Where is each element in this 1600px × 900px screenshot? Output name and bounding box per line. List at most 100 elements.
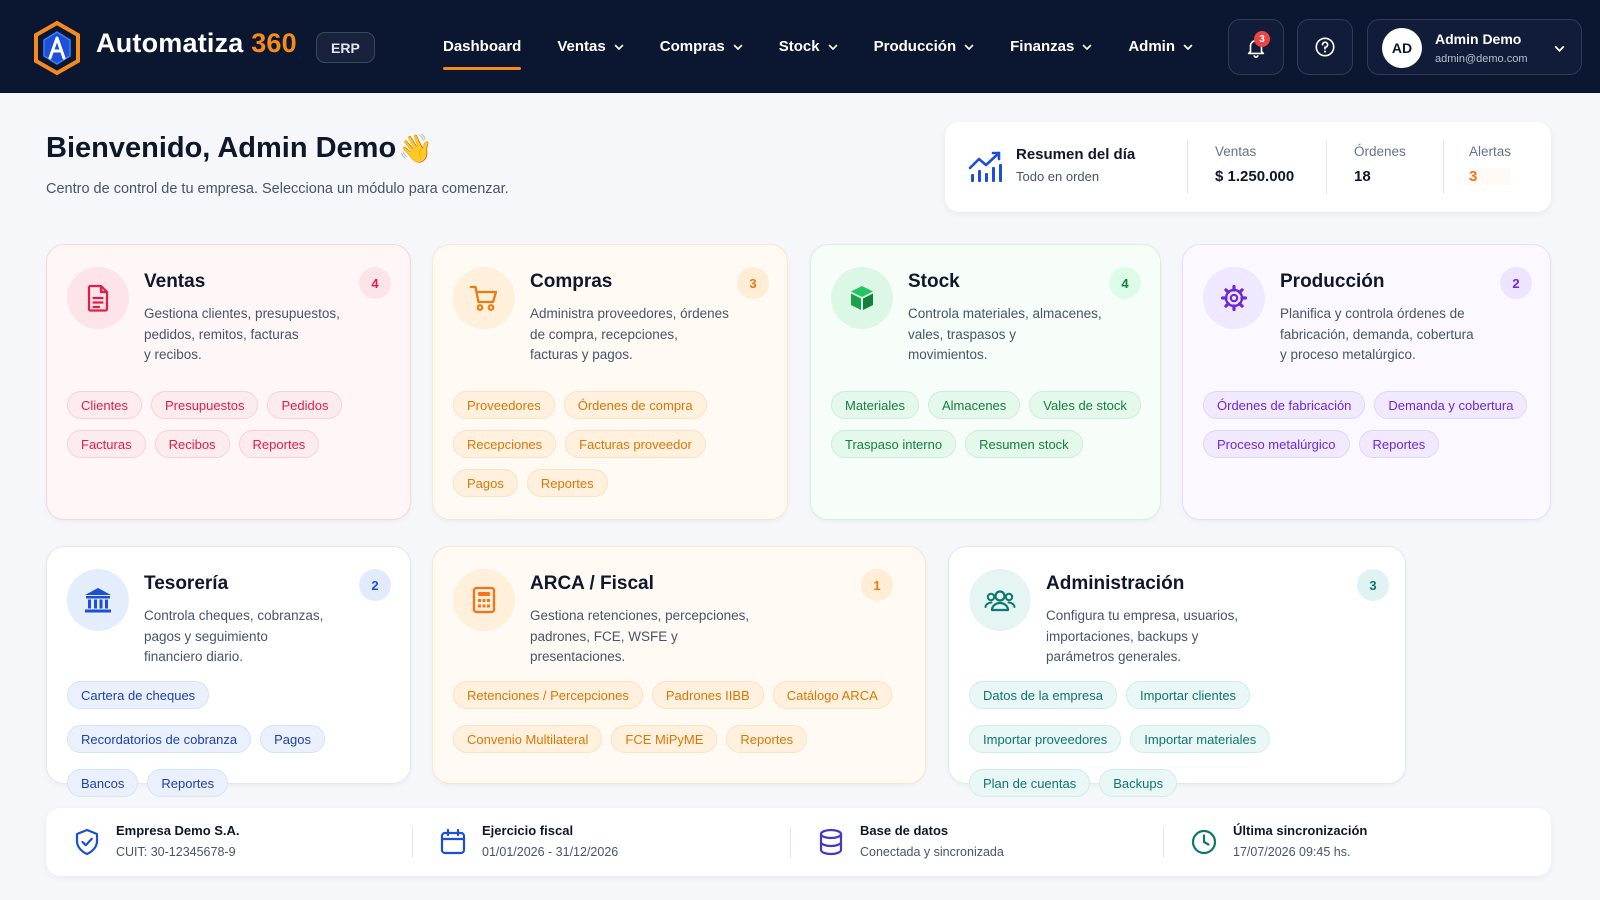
chip-demanda-y-cobertura[interactable]: Demanda y cobertura [1374,391,1528,419]
nav-finanzas[interactable]: Finanzas [1010,0,1092,93]
chip-importar-proveedores[interactable]: Importar proveedores [969,725,1122,753]
chevron-down-icon [1083,44,1092,50]
trend-chart-icon [968,151,1002,182]
module-description: Planifica y controla órdenes de fabricaci… [1280,306,1474,362]
wave-emoji: 👋 [398,133,433,164]
chip-reportes[interactable]: Reportes [147,769,229,797]
divider [1443,140,1444,194]
module-title: Producción [1280,271,1385,292]
nav-ventas[interactable]: Ventas [557,0,624,93]
footer-company-name: Empresa Demo S.A. [116,823,240,838]
module-description: Gestiona clientes, presupuestos, pedidos,… [144,306,340,362]
top-navigation-bar: Automatiza 360 ERP Dashboard Ventas Comp… [0,0,1600,93]
chip-facturas-proveedor[interactable]: Facturas proveedor [565,430,706,458]
chip-reportes[interactable]: Reportes [526,469,608,497]
user-menu[interactable]: AD Admin Demo admin@demo.com [1367,19,1582,75]
chip-traspaso-interno[interactable]: Traspaso interno [831,430,957,458]
module-title: Stock [908,271,960,292]
divider [412,826,413,858]
divider [1326,140,1327,194]
chevron-down-icon [964,44,974,50]
module-title: Ventas [144,271,206,292]
chip-vales-de-stock[interactable]: Vales de stock [1029,391,1141,419]
nav-compras[interactable]: Compras [660,0,743,93]
chip-recibos[interactable]: Recibos [154,430,230,458]
chip-pedidos[interactable]: Pedidos [267,391,343,419]
module-links: Materiales Almacenes Vales de stock Tras… [831,391,1146,458]
chip-datos-de-la-empresa[interactable]: Datos de la empresa [969,681,1117,709]
chip-pagos[interactable]: Pagos [453,469,518,497]
brand-name[interactable]: Automatiza 360 [96,28,297,59]
summary-subtitle: Todo en orden [1016,169,1100,184]
chip-pagos[interactable]: Pagos [260,725,325,753]
chip-backups[interactable]: Backups [1099,769,1178,797]
footer-company-cuit: CUIT: 30-12345678-9 [116,845,236,859]
module-icon-wrap [969,569,1031,631]
chip-materiales[interactable]: Materiales [831,391,919,419]
chevron-down-icon [614,44,624,50]
nav-stock[interactable]: Stock [779,0,838,93]
chip-retenciones-percepciones[interactable]: Retenciones / Percepciones [453,681,643,709]
module-card-administracion[interactable]: Administración 3 Configura tu empresa, u… [948,546,1406,797]
chip-catalogo-arca[interactable]: Catálogo ARCA [772,681,892,709]
module-description: Administra proveedores, órdenes de compra… [530,306,729,362]
chip-almacenes[interactable]: Almacenes [927,391,1021,419]
chevron-down-icon [1183,44,1193,50]
module-count-badge: 2 [359,569,391,601]
module-card-compras[interactable]: Compras 3 Administra proveedores, órdene… [432,244,788,520]
module-count-badge: 4 [1109,267,1141,299]
chip-ordenes-de-fabricacion[interactable]: Órdenes de fabricación [1203,391,1366,419]
chip-reportes[interactable]: Reportes [1358,430,1440,458]
chip-presupuestos[interactable]: Presupuestos [150,391,259,419]
calendar-icon [440,828,466,855]
chip-plan-de-cuentas[interactable]: Plan de cuentas [969,769,1091,797]
chip-facturas[interactable]: Facturas [67,430,146,458]
summary-alertas-value: 3 [1469,168,1512,185]
chip-recordatorios-de-cobranza[interactable]: Recordatorios de cobranza [67,725,252,753]
box-icon [851,286,873,310]
chip-fce-mipyme[interactable]: FCE MiPyME [611,725,718,753]
summary-ordenes: Órdenes 18 [1354,144,1406,185]
notifications-button[interactable]: 3 [1228,19,1284,75]
chip-reportes[interactable]: Reportes [726,725,808,753]
module-card-ventas[interactable]: Ventas 4 Gestiona clientes, presupuestos… [46,244,411,520]
chip-bancos[interactable]: Bancos [67,769,139,797]
notification-count-badge: 3 [1254,31,1270,47]
help-button[interactable] [1297,19,1353,75]
module-card-produccion[interactable]: Producción 2 Planifica y controla órdene… [1182,244,1551,520]
module-title: Tesorería [144,573,229,594]
nav-admin[interactable]: Admin [1128,0,1193,93]
chevron-down-icon [1554,45,1565,52]
chip-proveedores[interactable]: Proveedores [453,391,555,419]
module-links: Datos de la empresa Importar clientes Im… [969,681,1399,797]
module-card-tesoreria[interactable]: Tesorería 2 Controla cheques, cobranzas,… [46,546,411,797]
nav-dashboard[interactable]: Dashboard [443,0,522,93]
cart-icon [469,285,498,311]
module-count-badge: 4 [359,267,391,299]
chip-convenio-multilateral[interactable]: Convenio Multilateral [453,725,603,753]
summary-title: Resumen del día [1016,146,1136,163]
chip-padrones-iibb[interactable]: Padrones IIBB [651,681,764,709]
chip-importar-materiales[interactable]: Importar materiales [1130,725,1271,753]
module-description: Controla cheques, cobranzas, pagos y segu… [144,608,324,664]
chip-ordenes-de-compra[interactable]: Órdenes de compra [563,391,707,419]
chip-recepciones[interactable]: Recepciones [453,430,557,458]
module-card-arca-fiscal[interactable]: ARCA / Fiscal 1 Gestiona retenciones, pe… [432,546,926,784]
logo-icon[interactable] [32,20,82,76]
users-icon [984,590,1016,612]
module-count-badge: 2 [1500,267,1532,299]
module-card-stock[interactable]: Stock 4 Controla materiales, almacenes, v… [810,244,1161,520]
module-count-badge: 3 [1357,569,1389,601]
summary-ordenes-label: Órdenes [1354,144,1406,159]
erp-badge: ERP [316,32,375,63]
divider [1163,826,1164,858]
chip-clientes[interactable]: Clientes [67,391,142,419]
footer-database-status: Conectada y sincronizada [860,845,1004,859]
chip-resumen-stock[interactable]: Resumen stock [965,430,1083,458]
footer-sync-time: 17/07/2026 09:45 hs. [1233,845,1351,859]
chip-reportes[interactable]: Reportes [238,430,320,458]
chip-proceso-metalurgico[interactable]: Proceso metalúrgico [1203,430,1350,458]
nav-produccion[interactable]: Producción [874,0,975,93]
chip-cartera-de-cheques[interactable]: Cartera de cheques [67,681,210,709]
chip-importar-clientes[interactable]: Importar clientes [1125,681,1251,709]
